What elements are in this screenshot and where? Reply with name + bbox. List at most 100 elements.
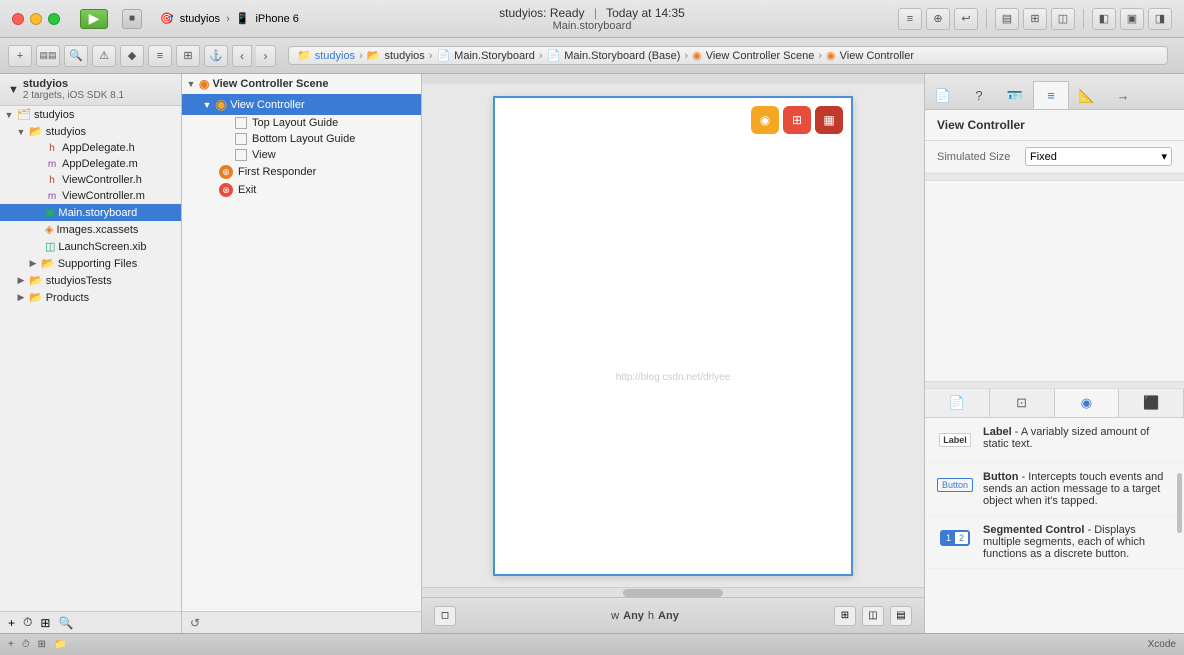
sidebar-item-viewcontroller-m[interactable]: m ViewController.m bbox=[0, 188, 181, 204]
toggle-icon bbox=[206, 167, 216, 177]
label-obj-text: Label - A variably sized amount of stati… bbox=[983, 426, 1172, 450]
maximize-button[interactable] bbox=[48, 13, 60, 25]
scene-bottom-refresh-icon[interactable]: ↺ bbox=[190, 616, 200, 630]
close-button[interactable] bbox=[12, 13, 24, 25]
obj-item-label[interactable]: Label Label - A variably sized amount of… bbox=[925, 418, 1184, 463]
sidebar-item-launchscreen-xib[interactable]: ◫ LaunchScreen.xib bbox=[0, 238, 181, 255]
sidebar-item-images-xcassets[interactable]: ◈ Images.xcassets bbox=[0, 221, 181, 238]
scene-item-view-controller[interactable]: ▼ ◉ View Controller bbox=[182, 94, 421, 115]
h-file-icon: h bbox=[45, 175, 59, 186]
run-button[interactable]: ▶ bbox=[80, 9, 108, 29]
scene-item-first-responder[interactable]: ⊕ First Responder bbox=[182, 163, 421, 181]
sidebar-item-studyios-group[interactable]: ▼ 📂 studyios bbox=[0, 123, 181, 140]
navigator-btn[interactable]: ◧ bbox=[1092, 8, 1116, 30]
canvas-btn-3[interactable]: ◫ bbox=[862, 606, 884, 626]
toolbar: + ▤▤ 🔍 ⚠ ◆ ≡ ⊞ ⚓ ‹ › 📁 studyios › 📂 stud… bbox=[0, 38, 1184, 74]
minimize-button[interactable] bbox=[30, 13, 42, 25]
seg-part2: 2 bbox=[955, 532, 968, 544]
stop-button[interactable]: ■ bbox=[122, 9, 142, 29]
bc-scene-icon: ◉ bbox=[692, 49, 702, 62]
issue-bottom-btn[interactable]: ⊞ bbox=[40, 616, 50, 630]
phone-btn-1[interactable]: ◉ bbox=[751, 106, 779, 134]
diamond-btn[interactable]: ◆ bbox=[120, 45, 144, 67]
editor-std-btn[interactable]: ▤ bbox=[995, 8, 1019, 30]
canvas-btn-2[interactable]: ⊞ bbox=[834, 606, 856, 626]
search-bottom-btn[interactable]: 🔍 bbox=[58, 616, 73, 630]
group-btn[interactable]: ⊞ bbox=[176, 45, 200, 67]
section-toggle[interactable]: ▼ bbox=[186, 79, 196, 89]
bc-vc[interactable]: View Controller bbox=[840, 50, 914, 62]
label-obj-desc-prefix: - A variably sized amount of static text… bbox=[983, 426, 1149, 450]
simulated-size-select[interactable]: Fixed ▾ bbox=[1025, 147, 1172, 166]
canvas-scrollbar[interactable] bbox=[422, 587, 924, 597]
add-bottom-btn[interactable]: + bbox=[8, 616, 15, 630]
folder-icon: 📂 bbox=[41, 257, 55, 270]
list-btn[interactable]: ≡ bbox=[148, 45, 172, 67]
inspector-tab-identity[interactable]: 🪪 bbox=[997, 81, 1033, 109]
bc-storyboard[interactable]: Main.Storyboard bbox=[454, 50, 535, 62]
add-file-btn[interactable]: + bbox=[8, 45, 32, 67]
canvas-bottom-toolbar: ◻ w Any h Any ⊞ ◫ ▤ bbox=[422, 597, 924, 633]
canvas-btn-1[interactable]: ◻ bbox=[434, 606, 456, 626]
label-obj-icon: Label bbox=[937, 426, 973, 454]
inspector-tab-file[interactable]: 📄 bbox=[925, 81, 961, 109]
bc-project[interactable]: studyios bbox=[315, 50, 355, 62]
sidebar-item-label: Main.storyboard bbox=[58, 207, 137, 219]
sidebar-item-viewcontroller-h[interactable]: h ViewController.h bbox=[0, 172, 181, 188]
filter-btn[interactable]: ▤▤ bbox=[36, 45, 60, 67]
list-view-btn[interactable]: ≡ bbox=[898, 8, 922, 30]
folder-icon: 📂 bbox=[29, 274, 43, 287]
obj-tab-snippets[interactable]: ⬛ bbox=[1119, 389, 1184, 417]
sidebar-item-studyios-root[interactable]: ▼ 🗂 studyios bbox=[0, 106, 181, 123]
editor-version-btn[interactable]: ◫ bbox=[1051, 8, 1075, 30]
device-label: iPhone 6 bbox=[255, 13, 298, 25]
time-text: Today at 14:35 bbox=[606, 6, 685, 20]
sidebar-tree: ▼ 🗂 studyios ▼ 📂 studyios h AppDelegate.… bbox=[0, 106, 181, 611]
obj-tab-file-tmpl[interactable]: 📄 bbox=[925, 389, 990, 417]
obj-item-button[interactable]: Button Button - Intercepts touch events … bbox=[925, 463, 1184, 516]
sidebar-item-appdelegate-m[interactable]: m AppDelegate.m bbox=[0, 156, 181, 172]
canvas-content[interactable]: ◉ ⊞ ▦ http://blog.csdn.net/drlyee bbox=[422, 84, 924, 587]
scene-item-top-layout[interactable]: Top Layout Guide bbox=[182, 115, 421, 131]
anchor-btn[interactable]: ⚓ bbox=[204, 45, 228, 67]
bc-scene[interactable]: View Controller Scene bbox=[706, 50, 815, 62]
issue-btn[interactable]: ⚠ bbox=[92, 45, 116, 67]
scheme-selector[interactable]: 🎯 studyios › 📱 iPhone 6 bbox=[160, 12, 299, 25]
inspector-tab-size[interactable]: 📐 bbox=[1069, 81, 1105, 109]
obj-tab-objects[interactable]: ◉ bbox=[1055, 389, 1120, 417]
scene-item-view[interactable]: View bbox=[182, 147, 421, 163]
w-label: w bbox=[611, 610, 619, 622]
scene-item-exit[interactable]: ⊗ Exit bbox=[182, 181, 421, 199]
sidebar-item-supporting-files[interactable]: ▶ 📂 Supporting Files bbox=[0, 255, 181, 272]
inspector-tab-attributes[interactable]: ≡ bbox=[1033, 81, 1069, 109]
iphone-canvas[interactable]: ◉ ⊞ ▦ http://blog.csdn.net/drlyee bbox=[493, 96, 853, 576]
bc-base[interactable]: Main.Storyboard (Base) bbox=[564, 50, 680, 62]
back-btn[interactable]: ‹ bbox=[232, 45, 252, 67]
obj-item-segmented[interactable]: 1 2 Segmented Control - Displays multipl… bbox=[925, 516, 1184, 569]
search-btn[interactable]: 🔍 bbox=[64, 45, 88, 67]
sidebar-item-studyios-tests[interactable]: ▶ 📂 studyiosTests bbox=[0, 272, 181, 289]
related-btn[interactable]: ⊕ bbox=[926, 8, 950, 30]
sidebar-item-main-storyboard[interactable]: ▣ Main.storyboard bbox=[0, 204, 181, 221]
inspector-tab-connections[interactable]: → bbox=[1105, 81, 1141, 109]
sidebar-item-products[interactable]: ▶ 📂 Products bbox=[0, 289, 181, 306]
inspector-btn[interactable]: ◨ bbox=[1148, 8, 1172, 30]
filter-bottom-btn[interactable]: ⏱ bbox=[23, 615, 32, 630]
phone-btn-2[interactable]: ⊞ bbox=[783, 106, 811, 134]
canvas-btn-4[interactable]: ▤ bbox=[890, 606, 912, 626]
scene-item-bottom-layout[interactable]: Bottom Layout Guide bbox=[182, 131, 421, 147]
sidebar-item-label: studyios bbox=[34, 109, 74, 121]
canvas-scrollbar-h[interactable] bbox=[422, 74, 924, 84]
obj-tab-media[interactable]: ⊡ bbox=[990, 389, 1055, 417]
editor-assist-btn[interactable]: ⊞ bbox=[1023, 8, 1047, 30]
debug-btn[interactable]: ▣ bbox=[1120, 8, 1144, 30]
breadcrumb-path[interactable]: 📁 studyios › 📂 studyios › 📄 Main.Storybo… bbox=[288, 46, 1168, 65]
inspector-tab-help[interactable]: ? bbox=[961, 81, 997, 109]
bc-group[interactable]: studyios bbox=[384, 50, 424, 62]
simulated-size-row: Simulated Size Fixed ▾ bbox=[925, 141, 1184, 173]
sidebar-item-appdelegate-h[interactable]: h AppDelegate.h bbox=[0, 140, 181, 156]
back-fwd-btn[interactable]: ↩ bbox=[954, 8, 978, 30]
phone-btn-3[interactable]: ▦ bbox=[815, 106, 843, 134]
scrollbar-thumb[interactable] bbox=[623, 589, 723, 597]
forward-btn[interactable]: › bbox=[256, 45, 276, 67]
